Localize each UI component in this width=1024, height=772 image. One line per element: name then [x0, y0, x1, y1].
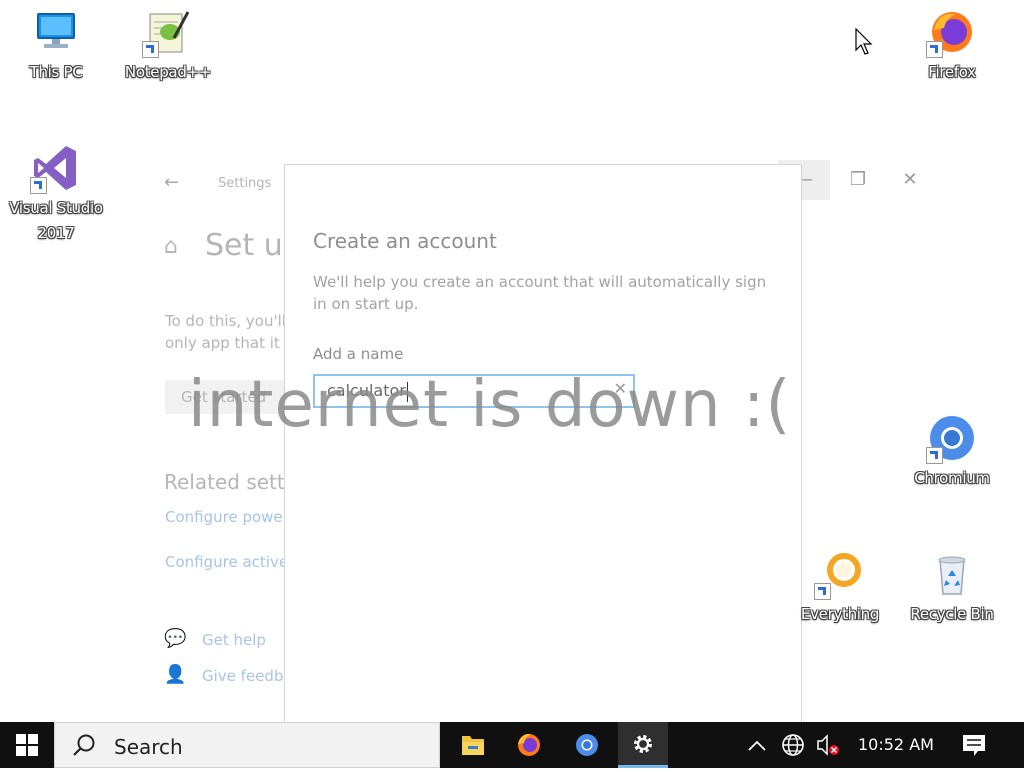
get-help-link[interactable]: Get help — [202, 631, 284, 649]
settings-page-title: Set up — [205, 228, 285, 263]
network-status[interactable] — [778, 722, 808, 768]
feedback-icon: 👤 — [164, 664, 187, 685]
chromium-icon — [926, 414, 976, 464]
folder-icon — [462, 736, 484, 755]
icon-label: Notepad++ — [124, 63, 212, 81]
desktop-icon-firefox[interactable]: Firefox — [898, 8, 1006, 85]
start-button[interactable] — [0, 722, 54, 768]
monitor-icon — [32, 8, 80, 56]
icon-label: Firefox — [928, 63, 976, 81]
search-icon — [73, 734, 95, 756]
name-field-label: Add a name — [313, 345, 404, 363]
chromium-icon — [576, 734, 598, 756]
taskbar-file-explorer[interactable] — [448, 722, 498, 768]
recycle-bin-icon — [928, 550, 976, 598]
desktop-icon-everything[interactable]: Everything — [786, 550, 894, 627]
give-feedback-link[interactable]: Give feedback — [202, 667, 284, 685]
volume-muted[interactable] — [812, 722, 842, 768]
windows-logo-icon — [16, 734, 38, 756]
gear-icon — [634, 735, 652, 753]
internet-status-overlay: internet is down :( — [188, 368, 792, 442]
restore-button[interactable]: ❐ — [832, 160, 884, 200]
taskbar-clock[interactable]: 10:52 AM — [858, 735, 934, 754]
desktop-icon-notepad-plus-plus[interactable]: Notepad++ — [114, 8, 222, 85]
desktop-icon-visual-studio[interactable]: Visual Studio 2017 — [2, 144, 110, 246]
search-placeholder: Search — [114, 735, 183, 759]
shortcut-arrow-icon — [30, 177, 47, 194]
create-account-dialog: Create an account We'll help you create … — [284, 164, 802, 722]
dialog-description: We'll help you create an account that wi… — [313, 273, 767, 313]
icon-label: Recycle Bin — [910, 605, 994, 623]
settings-breadcrumb: Settings — [218, 176, 272, 191]
settings-body-line-2: only app that it c — [165, 334, 284, 352]
chevron-up-icon — [748, 740, 766, 751]
icon-label: This PC — [29, 63, 83, 81]
taskbar: Search 10:52 AM — [0, 722, 1024, 768]
related-settings-heading: Related sett — [164, 470, 284, 494]
icon-label: Everything — [800, 605, 880, 623]
dialog-title: Create an account — [313, 229, 497, 253]
desktop-icon-this-pc[interactable]: This PC — [2, 8, 110, 85]
help-icon: 💬 — [164, 628, 187, 649]
shortcut-arrow-icon — [926, 41, 943, 58]
action-center-button[interactable] — [954, 722, 994, 768]
back-arrow-icon[interactable]: ← — [164, 172, 179, 193]
firefox-icon — [926, 8, 976, 58]
taskbar-search-box[interactable]: Search — [54, 722, 440, 768]
visual-studio-icon — [30, 144, 80, 194]
show-hidden-icons-chevron[interactable] — [744, 722, 770, 768]
home-icon: ⌂ — [164, 234, 178, 259]
configure-active-link[interactable]: Configure active — [165, 553, 284, 571]
configure-power-link[interactable]: Configure power — [165, 508, 284, 526]
speaker-muted-icon — [817, 734, 839, 756]
mouse-cursor-icon — [855, 27, 873, 60]
close-button[interactable]: ✕ — [884, 160, 936, 200]
desktop-icon-recycle-bin[interactable]: Recycle Bin — [898, 550, 1006, 627]
icon-label: Visual Studio 2017 — [9, 199, 103, 242]
taskbar-firefox[interactable] — [504, 722, 554, 768]
icon-label: Chromium — [914, 469, 990, 487]
shortcut-arrow-icon — [926, 447, 943, 464]
desktop: This PC Notepad++ Firefox Visual Studio … — [0, 0, 1024, 722]
firefox-icon — [518, 733, 540, 756]
notepad-plus-plus-icon — [142, 8, 192, 58]
taskbar-chromium[interactable] — [562, 722, 612, 768]
everything-search-icon — [814, 550, 864, 600]
globe-icon — [782, 734, 804, 756]
shortcut-arrow-icon — [814, 583, 831, 600]
notification-icon — [963, 735, 985, 756]
settings-body-line-1: To do this, you'll — [165, 312, 284, 330]
desktop-icon-chromium[interactable]: Chromium — [898, 414, 1006, 491]
taskbar-settings[interactable] — [618, 722, 668, 768]
shortcut-arrow-icon — [142, 41, 159, 58]
